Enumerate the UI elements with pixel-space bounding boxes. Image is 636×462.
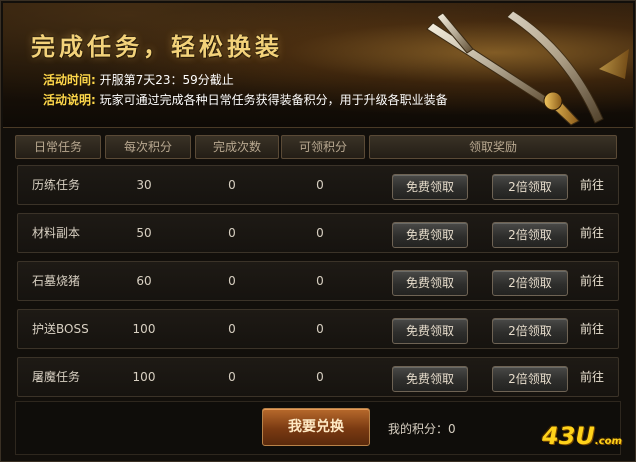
goto-link[interactable]: 前往 [580,358,604,396]
banner-title: 完成任务，轻松换装 [31,32,283,61]
sword-illustration [426,10,629,126]
available-points: 0 [316,178,324,192]
event-time-label: 活动时间: [43,73,96,87]
completed-count: 0 [228,226,236,240]
my-points-label: 我的积分： [388,422,449,436]
task-name: 屠魔任务 [32,370,81,384]
points-each: 30 [136,178,152,192]
free-claim-button[interactable]: 免费领取 [392,318,468,344]
available-points: 0 [316,226,324,240]
my-points: 我的积分：0 [388,420,456,437]
task-name: 石墓烧猪 [32,274,81,288]
goto-link[interactable]: 前往 [580,262,604,300]
points-each: 100 [132,370,156,384]
site-logo: 43U.com [542,422,622,450]
footer-bar: 我要兑换 我的积分：0 43U.com [15,401,622,455]
free-claim-button[interactable]: 免费领取 [392,270,468,296]
my-points-value: 0 [448,422,456,436]
task-name: 历练任务 [32,178,81,192]
available-points: 0 [316,322,324,336]
points-each: 60 [136,274,152,288]
available-points: 0 [316,274,324,288]
completed-count: 0 [228,178,236,192]
table-row: 石墓烧猪 60 0 0 免费领取 2倍领取 前往 [17,261,619,301]
available-points: 0 [316,370,324,384]
table-row: 历练任务 30 0 0 免费领取 2倍领取 前往 [17,165,619,205]
event-description-label: 活动说明: [43,93,96,107]
header-points-each: 每次积分 [105,135,191,159]
header-completed: 完成次数 [195,135,279,159]
completed-count: 0 [228,370,236,384]
free-claim-button[interactable]: 免费领取 [392,222,468,248]
event-time: 活动时间: 开服第7天23：59分截止 [43,71,234,88]
free-claim-button[interactable]: 免费领取 [392,174,468,200]
double-claim-button[interactable]: 2倍领取 [492,318,568,344]
completed-count: 0 [228,322,236,336]
header-task: 日常任务 [15,135,101,159]
double-claim-button[interactable]: 2倍领取 [492,174,568,200]
goto-link[interactable]: 前往 [580,166,604,204]
free-claim-button[interactable]: 免费领取 [392,366,468,392]
double-claim-button[interactable]: 2倍领取 [492,366,568,392]
event-panel: 完成任务，轻松换装 活动时间: 开服第7天23：59分截止 活动说明: 玩家可通… [0,0,636,462]
completed-count: 0 [228,274,236,288]
event-description: 活动说明: 玩家可通过完成各种日常任务获得装备积分，用于升级各职业装备 [43,91,448,108]
logo-text: 43U [542,422,595,450]
double-claim-button[interactable]: 2倍领取 [492,270,568,296]
header-available: 可领积分 [281,135,365,159]
double-claim-button[interactable]: 2倍领取 [492,222,568,248]
event-time-value: 开服第7天23：59分截止 [95,73,234,87]
table-header: 日常任务 每次积分 完成次数 可领积分 领取奖励 [15,135,617,159]
table-row: 屠魔任务 100 0 0 免费领取 2倍领取 前往 [17,357,619,397]
table-row: 材料副本 50 0 0 免费领取 2倍领取 前往 [17,213,619,253]
points-each: 100 [132,322,156,336]
header-reward: 领取奖励 [369,135,617,159]
logo-suffix: .com [594,436,622,447]
goto-link[interactable]: 前往 [580,310,604,348]
points-each: 50 [136,226,152,240]
exchange-button[interactable]: 我要兑换 [262,408,370,446]
table-row: 护送BOSS 100 0 0 免费领取 2倍领取 前往 [17,309,619,349]
event-description-value: 玩家可通过完成各种日常任务获得装备积分，用于升级各职业装备 [95,93,448,107]
goto-link[interactable]: 前往 [580,214,604,252]
event-banner: 完成任务，轻松换装 活动时间: 开服第7天23：59分截止 活动说明: 玩家可通… [3,3,633,128]
task-name: 护送BOSS [32,322,89,336]
task-name: 材料副本 [32,226,81,240]
